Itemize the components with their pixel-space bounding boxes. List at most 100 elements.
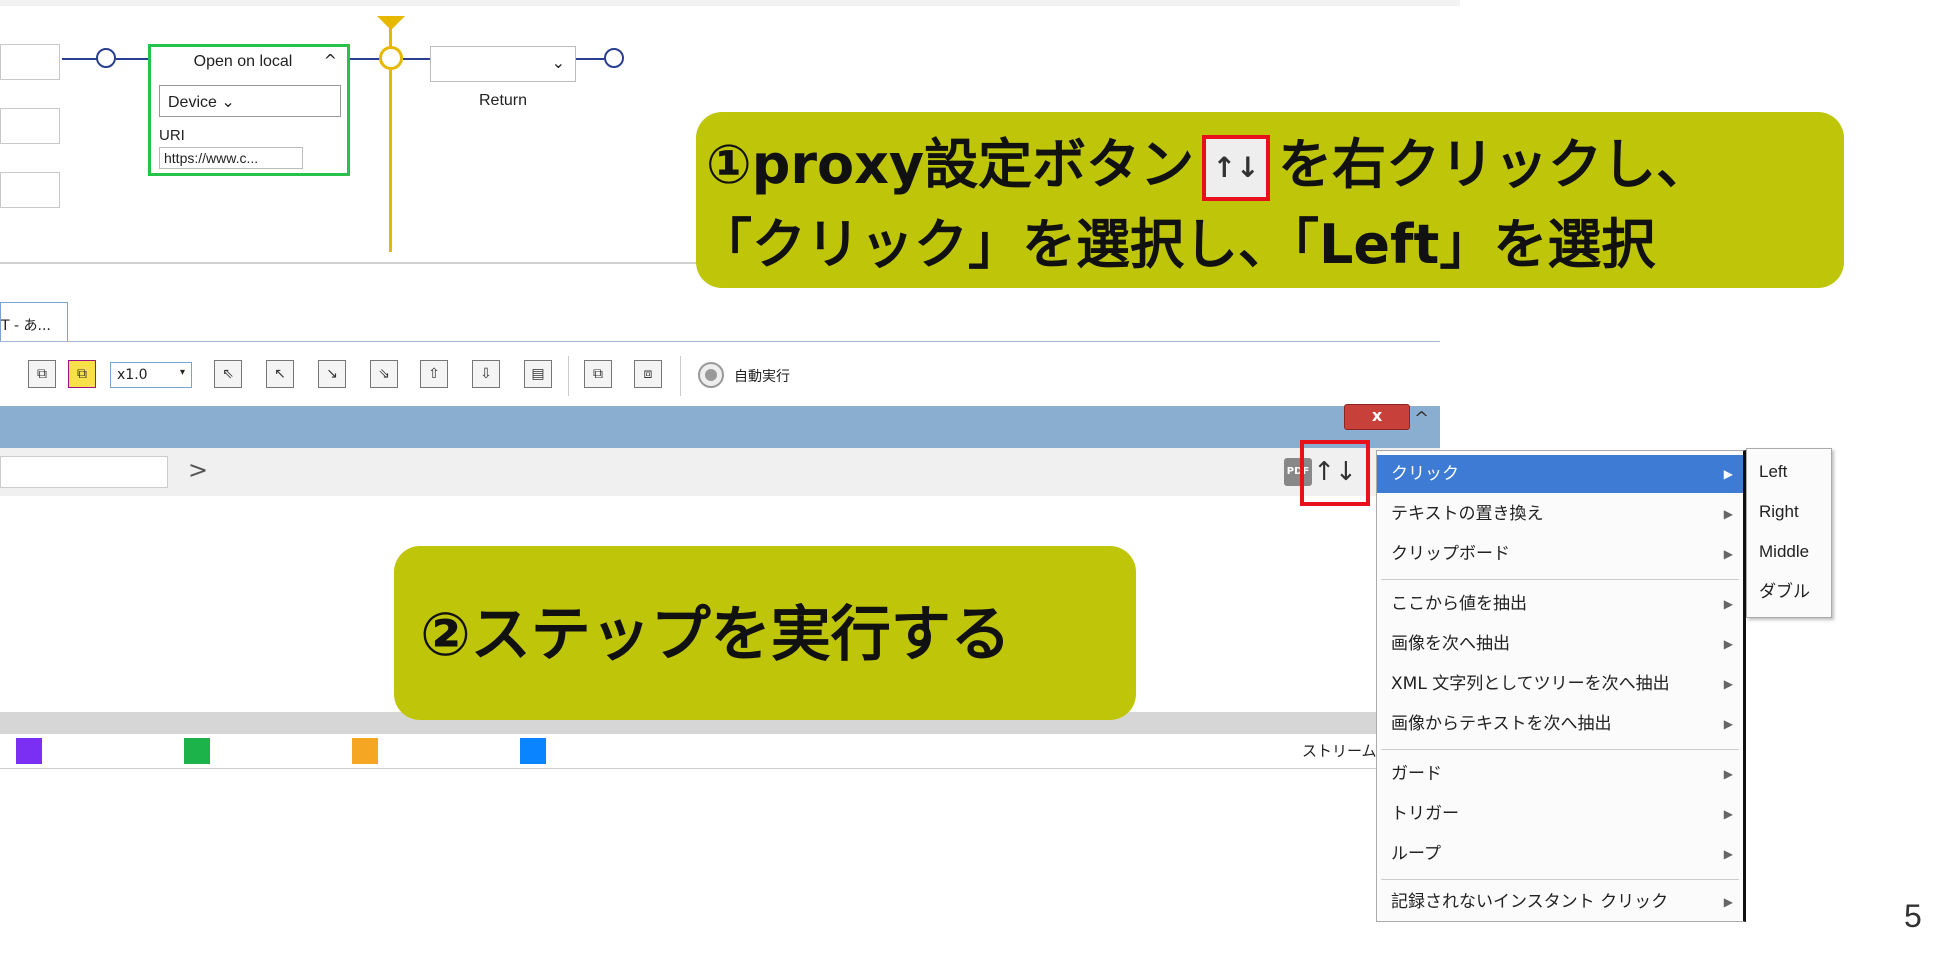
flow-input-1[interactable]	[0, 44, 60, 80]
submenu-item-middle[interactable]: Middle	[1747, 533, 1831, 571]
callout-1-line-2: 「クリック」を選択し、「Left」を選択	[698, 213, 1656, 276]
callout-1-line-1: ①proxy設定ボタン ↑↓ を右クリックし、	[706, 120, 1711, 202]
color-swatch-blue[interactable]	[520, 738, 546, 764]
color-swatch-green[interactable]	[184, 738, 210, 764]
submenu-arrow-icon: ▶	[1723, 507, 1733, 521]
zoom-select[interactable]: x1.0 ▾	[110, 362, 192, 388]
submenu-arrow-icon: ▶	[1723, 597, 1733, 611]
align-up-left-button[interactable]: ↖	[266, 360, 294, 388]
menu-item-label: クリップボード	[1391, 544, 1510, 564]
proxy-updown-icon: ↑↓	[1202, 135, 1271, 202]
menu-separator	[1381, 749, 1739, 750]
menu-item-trigger[interactable]: トリガー ▶	[1377, 795, 1743, 833]
callout-1-text-a: ①proxy設定ボタン	[706, 133, 1195, 196]
device-dropdown[interactable]: Device ⌄	[159, 85, 341, 117]
callout-2-text: ②ステップを実行する	[420, 600, 1011, 670]
menu-item-label: クリック	[1391, 464, 1459, 484]
submenu-arrow-icon: ▶	[1723, 677, 1733, 691]
menu-item-label: ループ	[1391, 844, 1441, 864]
flow-input-3[interactable]	[0, 172, 60, 208]
move-up-button[interactable]: ⇧	[420, 360, 448, 388]
menu-item-label: トリガー	[1391, 804, 1459, 824]
submenu-arrow-icon: ▶	[1723, 467, 1733, 481]
menu-item-label: ガード	[1391, 764, 1442, 784]
submenu-arrow-icon: ▶	[1723, 807, 1733, 821]
trigger-line	[389, 28, 392, 48]
menu-item-guard[interactable]: ガード ▶	[1377, 755, 1743, 793]
uri-label: URI	[159, 127, 185, 144]
click-submenu: Left Right Middle ダブル	[1746, 448, 1832, 618]
chevron-down-icon: ⌄	[551, 53, 565, 72]
address-bar	[0, 448, 1440, 496]
window-button[interactable]: ⧉	[584, 360, 612, 388]
flow-connector	[350, 58, 380, 60]
menu-item-label: XML 文字列としてツリーを次へ抽出	[1391, 674, 1670, 694]
menu-item-extract-image[interactable]: 画像を次へ抽出 ▶	[1377, 625, 1743, 663]
proxy-settings-button[interactable]: ↑↓	[1300, 440, 1370, 506]
toolbar-separator	[680, 356, 681, 396]
menu-item-replace-text[interactable]: テキストの置き換え ▶	[1377, 495, 1743, 533]
align-down-right-button[interactable]: ↘	[318, 360, 346, 388]
menu-item-click[interactable]: クリック ▶	[1377, 455, 1743, 493]
trigger-line	[389, 70, 392, 252]
submenu-item-double[interactable]: ダブル	[1747, 573, 1831, 611]
auto-run-radio[interactable]	[698, 362, 724, 388]
flow-connector	[116, 58, 148, 60]
trigger-node-circle[interactable]	[379, 46, 403, 70]
scroll-up-icon[interactable]: ^	[1414, 408, 1429, 429]
zoom-value: x1.0	[117, 367, 148, 383]
return-select[interactable]: ⌄	[430, 46, 576, 82]
color-swatch-orange[interactable]	[352, 738, 378, 764]
menu-item-label: テキストの置き換え	[1391, 504, 1544, 524]
document-button[interactable]: ▤	[524, 360, 552, 388]
step-card-open-on-local[interactable]: Open on local ^ Device ⌄ URI https://www…	[148, 44, 350, 176]
submenu-arrow-icon: ▶	[1723, 547, 1733, 561]
return-label: Return	[478, 92, 528, 109]
move-down-button[interactable]: ⇩	[472, 360, 500, 388]
step-title: Open on local	[193, 53, 293, 70]
uri-field[interactable]: https://www.c...	[159, 147, 303, 169]
flow-connector	[403, 58, 431, 60]
menu-separator	[1381, 579, 1739, 580]
instruction-callout-2: ②ステップを実行する	[394, 546, 1136, 720]
menu-item-label: 記録されないインスタント クリック	[1391, 892, 1669, 912]
submenu-arrow-icon: ▶	[1723, 847, 1733, 861]
menu-item-extract-value[interactable]: ここから値を抽出 ▶	[1377, 585, 1743, 623]
submenu-arrow-icon: ▶	[1723, 767, 1733, 781]
page-number: 5	[1904, 898, 1922, 934]
flow-connector	[576, 58, 606, 60]
toolbar-button-1[interactable]: ⧉	[28, 360, 56, 388]
close-button[interactable]: x	[1344, 404, 1410, 430]
callout-1-text-b: を右クリックし、	[1278, 133, 1711, 196]
menu-item-extract-xml[interactable]: XML 文字列としてツリーを次へ抽出 ▶	[1377, 665, 1743, 703]
submenu-item-right[interactable]: Right	[1747, 493, 1831, 531]
tab-document[interactable]: T - あ...	[0, 302, 68, 342]
tab-baseline	[0, 341, 1440, 342]
menu-item-label: 画像を次へ抽出	[1391, 634, 1510, 654]
panel-title-bar	[0, 406, 1440, 448]
menu-item-extract-text-from-image[interactable]: 画像からテキストを次へ抽出 ▶	[1377, 705, 1743, 743]
auto-run-label: 自動実行	[734, 369, 790, 385]
menu-item-clipboard[interactable]: クリップボード ▶	[1377, 535, 1743, 573]
instruction-callout-1: ①proxy設定ボタン ↑↓ を右クリックし、 「クリック」を選択し、「Left」を…	[696, 112, 1844, 288]
toolbar-separator	[568, 356, 569, 396]
toolbar-button-2[interactable]: ⧉	[68, 360, 96, 388]
collapse-caret-icon[interactable]: ^	[324, 51, 337, 70]
menu-item-loop[interactable]: ループ ▶	[1377, 835, 1743, 873]
color-swatch-purple[interactable]	[16, 738, 42, 764]
window-alt-button[interactable]: ⧈	[634, 360, 662, 388]
flow-end-circle[interactable]	[604, 48, 624, 68]
submenu-item-left[interactable]: Left	[1747, 453, 1831, 491]
flow-input-2[interactable]	[0, 108, 60, 144]
flow-node-circle[interactable]	[96, 48, 116, 68]
menu-item-instant-click[interactable]: 記録されないインスタント クリック ▶	[1377, 883, 1743, 921]
stream-divider	[0, 768, 1380, 769]
align-top-left-button[interactable]: ⇖	[214, 360, 242, 388]
navigate-arrow-icon[interactable]: >	[188, 456, 208, 484]
address-input[interactable]	[0, 456, 168, 488]
menu-separator	[1381, 879, 1739, 880]
context-menu: クリック ▶ テキストの置き換え ▶ クリップボード ▶ ここから値を抽出 ▶ 画像を次…	[1376, 450, 1746, 922]
flow-top-strip	[0, 0, 1460, 6]
menu-item-label: 画像からテキストを次へ抽出	[1391, 714, 1612, 734]
align-bottom-right-button[interactable]: ⇘	[370, 360, 398, 388]
